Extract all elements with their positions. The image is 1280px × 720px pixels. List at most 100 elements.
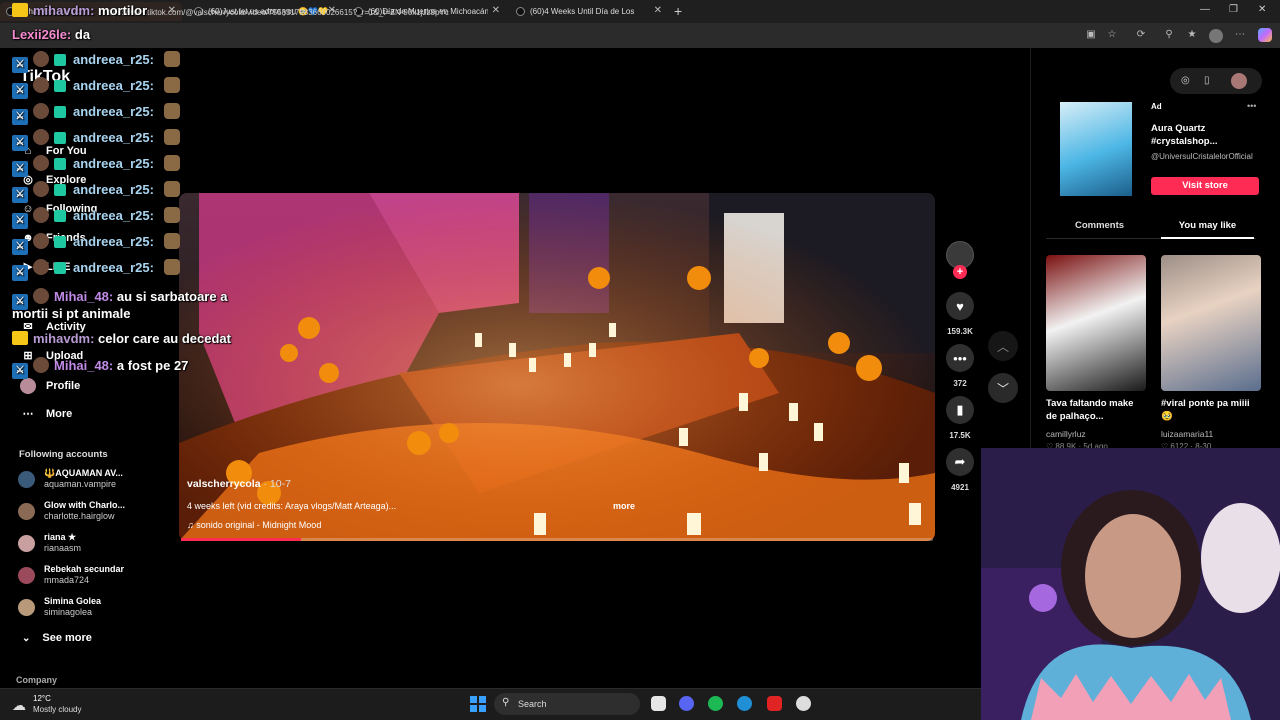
- url-field[interactable]: https://www.tiktok.com/@valscherrycola/v…: [104, 8, 449, 17]
- suggested-video-thumbnail[interactable]: [1046, 255, 1146, 391]
- maximize-icon[interactable]: ❐: [1229, 4, 1238, 15]
- video-progress-bar[interactable]: [181, 538, 933, 541]
- weather-description[interactable]: Mostly cloudy: [33, 705, 81, 714]
- emote-icon: [163, 259, 180, 275]
- emote-icon: [163, 207, 180, 223]
- file-explorer-icon[interactable]: [651, 696, 666, 711]
- chat-username: andreea_r25:: [73, 104, 154, 119]
- video-player[interactable]: [179, 193, 935, 541]
- start-button[interactable]: [470, 696, 486, 712]
- edge-browser-icon[interactable]: [737, 696, 752, 711]
- close-window-icon[interactable]: ✕: [1258, 4, 1266, 15]
- suggested-video-title[interactable]: #viral ponte pa miiii 🥹: [1161, 397, 1261, 423]
- more-menu-icon[interactable]: ⋯: [1234, 29, 1246, 41]
- heart-button[interactable]: ♥: [946, 292, 974, 320]
- bookmark-button[interactable]: ▮: [946, 396, 974, 424]
- extensions-icon[interactable]: ⚲: [1163, 29, 1175, 41]
- follow-plus-icon[interactable]: +: [953, 265, 967, 279]
- video-progress-fill: [181, 538, 302, 541]
- account-avatar: [18, 534, 35, 552]
- chat-text: da: [74, 27, 91, 42]
- subscriber-badge-icon: [33, 129, 49, 145]
- browser-tab[interactable]: (60)4 Weeks Until Día de Los ✕: [510, 2, 668, 21]
- weather-temperature[interactable]: 12°C: [33, 694, 51, 703]
- ad-thumbnail[interactable]: [1060, 102, 1132, 196]
- account-name: Simina Golea: [44, 596, 102, 606]
- following-account[interactable]: Simina Golea siminagolea: [18, 596, 101, 618]
- bookmark-icon: ▮: [956, 402, 964, 417]
- account-avatar: [18, 502, 35, 520]
- moderator-sword-icon: ⚔: [12, 363, 28, 379]
- chat-message: ⚔ andreea_r25:: [12, 51, 180, 73]
- video-date: · 10-7: [263, 478, 291, 490]
- suggested-video-user[interactable]: camillyrluz: [1046, 429, 1086, 439]
- close-tab-icon[interactable]: ✕: [654, 5, 662, 16]
- subscriber-badge-icon: [33, 51, 49, 67]
- weather-cloud-icon[interactable]: ☁: [12, 697, 26, 714]
- following-account[interactable]: 🔱AQUAMAN AV... aquaman.vampire: [18, 468, 123, 490]
- refresh-extension-icon[interactable]: ⟳: [1135, 29, 1147, 41]
- copilot-icon[interactable]: [1258, 28, 1272, 42]
- nav-item-more[interactable]: ⋯ More: [20, 407, 73, 421]
- chat-username: Mihai_48:: [54, 358, 114, 373]
- profile-avatar: [20, 378, 36, 394]
- caption-more-link[interactable]: more: [613, 501, 635, 511]
- close-tab-icon[interactable]: ✕: [492, 5, 500, 16]
- favorite-star-icon[interactable]: ☆: [1106, 29, 1118, 41]
- stream-app-icon[interactable]: [767, 696, 782, 711]
- account-handle: mmada724: [44, 575, 90, 585]
- previous-video-button[interactable]: ︿: [988, 331, 1018, 361]
- bits-badge-icon: [54, 54, 66, 66]
- comment-button[interactable]: •••: [946, 344, 974, 372]
- browser-profile-avatar[interactable]: [1209, 29, 1223, 43]
- nav-item-profile[interactable]: Profile: [20, 378, 80, 394]
- following-accounts-header: Following accounts: [19, 449, 108, 460]
- comment-count: 372: [953, 379, 967, 388]
- moderator-sword-icon: ⚔: [12, 109, 28, 125]
- bits-badge-icon: [54, 106, 66, 118]
- phone-icon[interactable]: ▯: [1204, 75, 1210, 86]
- video-author-handle[interactable]: valscherrycola: [187, 478, 261, 490]
- video-sound-link[interactable]: ♫ sonido original - Midnight Mood: [187, 520, 321, 530]
- more-dots-icon: ⋯: [22, 408, 34, 420]
- chat-username: mihavdm:: [33, 331, 95, 346]
- ad-handle[interactable]: @UniversulCristalelorOfficial: [1151, 152, 1253, 161]
- company-link[interactable]: Company: [16, 675, 57, 685]
- obs-icon[interactable]: [796, 696, 811, 711]
- account-avatar: [18, 566, 35, 584]
- suggested-video-title[interactable]: Tava faltando make de palhaço...: [1046, 397, 1146, 423]
- chat-text: mortii si pt animale: [12, 306, 131, 321]
- share-button[interactable]: ➦: [946, 448, 974, 476]
- following-account[interactable]: Glow with Charlo... charlotte.hairglow: [18, 500, 125, 522]
- user-avatar[interactable]: [1231, 73, 1247, 89]
- chat-message: Lexii26le: da: [12, 27, 90, 42]
- ad-title[interactable]: Aura Quartz #crystalshop...: [1151, 122, 1241, 148]
- suggested-video-thumbnail[interactable]: [1161, 255, 1261, 391]
- new-tab-button[interactable]: +: [674, 3, 682, 19]
- see-more-button[interactable]: ⌄ See more: [22, 632, 92, 644]
- ad-options-icon[interactable]: •••: [1247, 101, 1256, 111]
- favorites-icon[interactable]: ★: [1186, 29, 1198, 41]
- taskbar-search[interactable]: Search: [494, 693, 640, 715]
- moderator-sword-icon: ⚔: [12, 135, 28, 151]
- visit-store-button[interactable]: Visit store: [1151, 177, 1259, 195]
- spotify-icon[interactable]: [708, 696, 723, 711]
- windows-taskbar: [0, 688, 981, 720]
- next-video-button[interactable]: ﹀: [988, 373, 1018, 403]
- chat-username: andreea_r25:: [73, 234, 154, 249]
- video-author[interactable]: valscherrycola · 10-7: [187, 478, 291, 490]
- emote-icon: [163, 103, 180, 119]
- account-name: riana ★: [44, 532, 77, 542]
- following-account[interactable]: Rebekah secundar mmada724: [18, 564, 124, 586]
- tab-comments[interactable]: Comments: [1046, 220, 1153, 231]
- minimize-icon[interactable]: —: [1200, 4, 1210, 15]
- split-view-icon[interactable]: ▣: [1085, 29, 1097, 41]
- emote-icon: [163, 155, 180, 171]
- suggested-video-user[interactable]: luizaamaria11: [1161, 429, 1213, 439]
- tab-you-may-like[interactable]: You may like: [1154, 220, 1261, 231]
- ad-label: Ad: [1151, 102, 1162, 111]
- discord-icon[interactable]: [679, 696, 694, 711]
- following-account[interactable]: riana ★ rianaasm: [18, 532, 81, 554]
- moderator-sword-icon: ⚔: [12, 161, 28, 177]
- coin-icon[interactable]: ◎: [1181, 75, 1190, 86]
